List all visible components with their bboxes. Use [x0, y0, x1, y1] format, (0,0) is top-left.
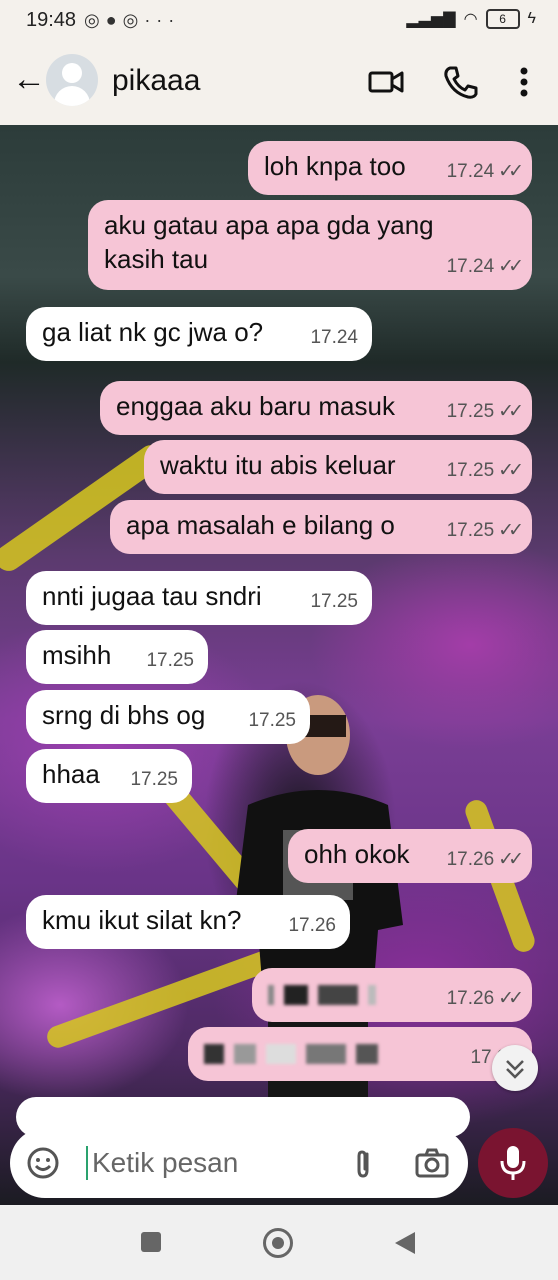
message-time: 17.25 — [446, 460, 495, 481]
more-dots-icon: ··· — [144, 10, 181, 30]
double-chevron-down-icon — [506, 1060, 524, 1079]
microphone-icon — [500, 1146, 526, 1180]
camera-icon[interactable] — [414, 1146, 450, 1180]
signal-icon: ▂▃▅▇ — [406, 11, 456, 28]
message-bubble-incoming[interactable]: msihh 17.25 — [26, 630, 208, 684]
double-check-icon: ✓✓ — [498, 988, 524, 1009]
message-text: nnti jugaa tau sndri — [42, 581, 262, 611]
message-text: enggaa aku baru masuk — [116, 391, 395, 421]
message-time: 17.26 — [446, 849, 495, 870]
double-check-icon: ✓✓ — [498, 256, 524, 277]
voice-message-button[interactable] — [478, 1128, 548, 1198]
message-input[interactable]: Ketik pesan — [86, 1146, 238, 1180]
message-text: waktu itu abis keluar — [160, 450, 396, 480]
recent-apps-button[interactable] — [141, 1232, 161, 1252]
status-bar: 19:48 ◎●◎··· ▂▃▅▇ ◠ 6 ϟ — [0, 0, 558, 40]
charging-icon: ϟ — [527, 10, 536, 27]
double-check-icon: ✓✓ — [498, 849, 524, 870]
message-text: kmu ikut silat kn? — [42, 905, 242, 935]
whatsapp-icon: ◎ — [122, 10, 145, 30]
message-bubble-outgoing[interactable]: waktu itu abis keluar 17.25 ✓✓ — [144, 440, 532, 494]
message-time: 17.24 — [446, 161, 495, 182]
double-check-icon: ✓✓ — [498, 161, 524, 182]
message-time: 17.25 — [146, 650, 194, 671]
message-icon: ● — [105, 10, 123, 30]
scroll-to-bottom-button[interactable] — [492, 1045, 538, 1091]
whatsapp-icon: ◎ — [84, 10, 106, 30]
message-bubble-incoming[interactable]: ga liat nk gc jwa o? 17.24 — [26, 307, 372, 361]
message-time: 17.25 — [130, 769, 178, 790]
double-check-icon: ✓✓ — [498, 520, 524, 541]
more-options-icon[interactable] — [504, 62, 544, 102]
message-time: 17.26 — [446, 988, 495, 1009]
message-bubble-incoming[interactable]: kmu ikut silat kn? 17.26 — [26, 895, 350, 949]
message-composer[interactable]: Ketik pesan — [10, 1128, 468, 1198]
message-bubble-outgoing[interactable]: aku gatau apa apa gda yang kasih tau 17.… — [88, 200, 532, 290]
message-time: 17.25 — [446, 520, 495, 541]
video-call-icon[interactable] — [366, 62, 406, 102]
redacted-text — [204, 1037, 388, 1067]
emoji-icon[interactable] — [26, 1146, 60, 1180]
message-time: 17.25 — [310, 591, 358, 612]
message-bubble-incoming[interactable]: srng di bhs og 17.25 — [26, 690, 310, 744]
message-time: 17.25 — [446, 401, 495, 422]
chat-header: ← pikaaa — [0, 40, 558, 125]
message-time: 17.26 — [288, 915, 336, 936]
notification-icons: ◎●◎··· — [84, 10, 180, 31]
wifi-icon: ◠ — [463, 11, 478, 28]
message-text: ohh okok — [304, 839, 410, 869]
message-text: loh knpa too — [264, 151, 406, 181]
contact-name[interactable]: pikaaa — [112, 64, 200, 98]
home-button[interactable] — [263, 1228, 293, 1258]
chat-wallpaper: loh knpa too 17.24 ✓✓ aku gatau apa apa g… — [0, 125, 558, 1205]
message-bubble-outgoing-redacted[interactable]: 17.26 — [188, 1027, 532, 1081]
message-text: aku gatau apa apa gda yang kasih tau — [104, 210, 434, 274]
system-navigation-bar — [0, 1206, 558, 1280]
battery-indicator: 6 — [485, 9, 520, 29]
status-right: ▂▃▅▇ ◠ 6 ϟ — [406, 9, 536, 29]
message-bubble-outgoing[interactable]: enggaa aku baru masuk 17.25 ✓✓ — [100, 381, 532, 435]
back-button[interactable] — [393, 1230, 417, 1256]
back-arrow-icon[interactable]: ← — [12, 62, 46, 96]
message-bubble-outgoing[interactable]: loh knpa too 17.24 ✓✓ — [248, 141, 532, 195]
attachment-icon[interactable] — [346, 1146, 380, 1180]
message-bubble-outgoing[interactable]: ohh okok 17.26 ✓✓ — [288, 829, 532, 883]
avatar[interactable] — [46, 54, 98, 106]
message-time: 17.25 — [248, 710, 296, 731]
status-time: 19:48 — [26, 9, 77, 31]
message-bubble-incoming[interactable]: hhaa 17.25 — [26, 749, 192, 803]
message-time: 17.24 — [310, 327, 358, 348]
message-bubble-outgoing-redacted[interactable]: 17.26 ✓✓ — [252, 968, 532, 1022]
voice-call-icon[interactable] — [440, 62, 480, 102]
message-bubble-incoming[interactable]: nnti jugaa tau sndri 17.25 — [26, 571, 372, 625]
redacted-text — [268, 978, 386, 1008]
message-bubble-outgoing[interactable]: apa masalah e bilang o 17.25 ✓✓ — [110, 500, 532, 554]
message-text: msihh — [42, 640, 112, 670]
message-text: hhaa — [42, 759, 100, 789]
message-text: ga liat nk gc jwa o? — [42, 317, 264, 347]
message-text: srng di bhs og — [42, 700, 206, 730]
message-time: 17.24 — [446, 256, 495, 277]
message-text: apa masalah e bilang o — [126, 510, 395, 540]
double-check-icon: ✓✓ — [498, 460, 524, 481]
double-check-icon: ✓✓ — [498, 401, 524, 422]
